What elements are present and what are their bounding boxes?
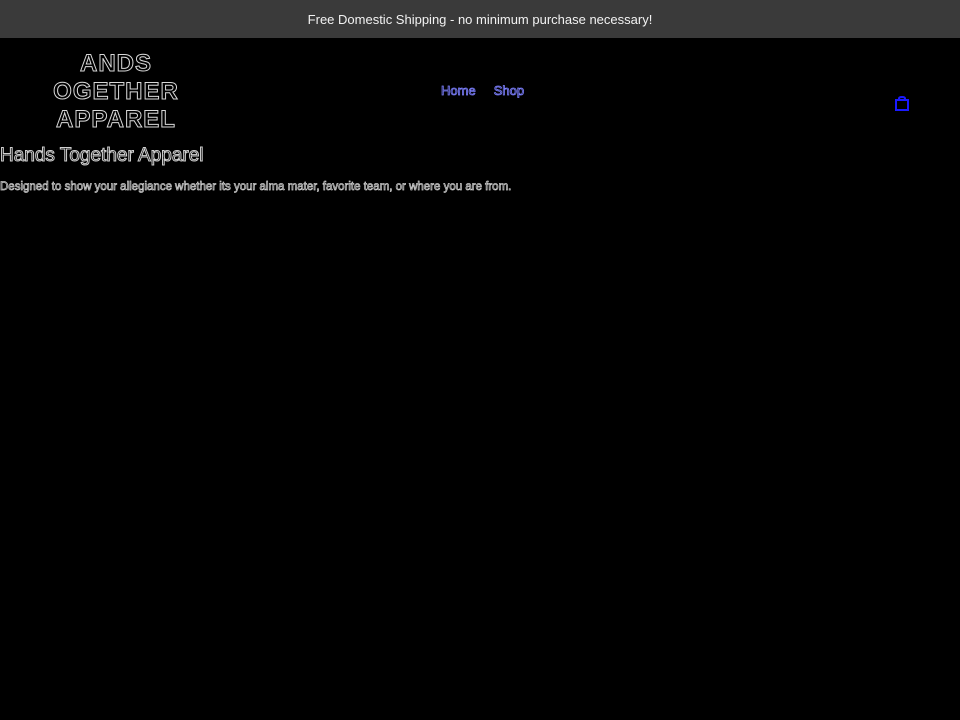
shopping-bag-icon (895, 96, 909, 111)
logo-line-3: APPAREL (56, 106, 176, 134)
site-header: ANDS OGETHER APPAREL Home Shop (0, 38, 960, 138)
page-tagline: Designed to show your allegiance whether… (0, 181, 512, 194)
cart-button[interactable] (893, 94, 911, 112)
announcement-bar: Free Domestic Shipping - no minimum purc… (0, 0, 960, 38)
main-nav: Home Shop (441, 83, 525, 99)
page-title: Hands Together Apparel (0, 145, 204, 167)
nav-link-shop[interactable]: Shop (493, 83, 524, 99)
announcement-text: Free Domestic Shipping - no minimum purc… (307, 11, 653, 27)
logo-line-1: ANDS (79, 50, 152, 78)
site-logo[interactable]: ANDS OGETHER APPAREL (36, 50, 196, 134)
nav-link-home[interactable]: Home (441, 83, 476, 99)
logo-line-2: OGETHER (53, 78, 179, 106)
